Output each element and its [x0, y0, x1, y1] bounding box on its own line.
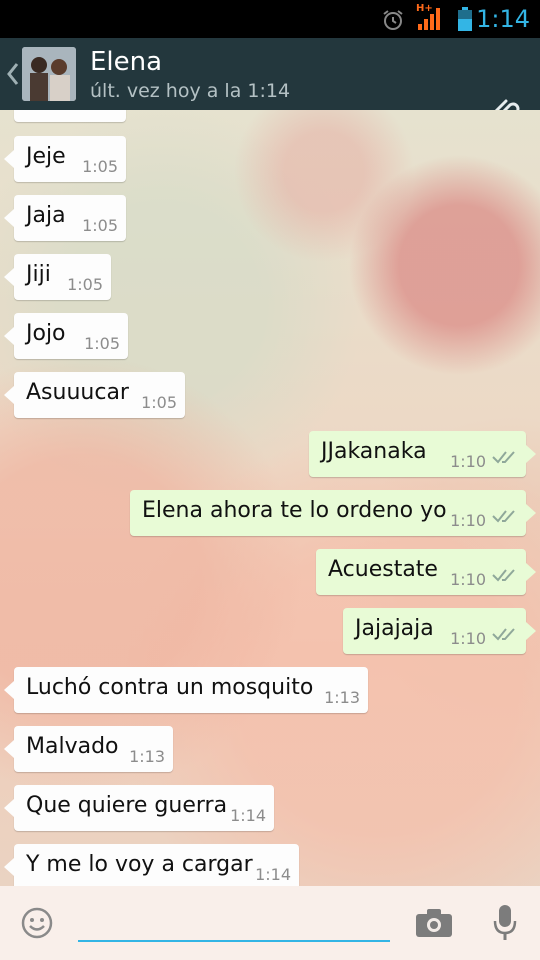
message-list[interactable]: Jeje 1:05 Jaja 1:05 Jiji 1:05 Jojo 1:05 …: [0, 110, 540, 886]
alarm-icon: [381, 8, 405, 36]
message-text: Jiji: [26, 262, 51, 287]
chat-header: Elena últ. vez hoy a la 1:14: [0, 38, 540, 134]
message-time: 1:10: [450, 511, 486, 530]
message-input[interactable]: [78, 900, 390, 942]
message-bubble[interactable]: Acuestate 1:10: [316, 549, 536, 595]
read-ticks-icon: [492, 449, 518, 468]
message-time: 1:13: [129, 747, 165, 766]
message-text: Elena ahora te lo ordeno yo: [142, 498, 447, 523]
message-text: Y me lo voy a cargar: [26, 852, 253, 877]
message-time: 1:13: [324, 688, 360, 707]
read-ticks-icon: [492, 508, 518, 527]
mic-icon[interactable]: [492, 904, 518, 946]
avatar[interactable]: [22, 47, 76, 101]
message-bubble[interactable]: Asuuucar 1:05: [4, 372, 185, 418]
message-bubble[interactable]: JJakanaka 1:10: [309, 431, 536, 477]
message-text: Jojo: [26, 321, 66, 346]
message-text: Jajajaja: [355, 616, 434, 641]
message-text: JJakanaka: [321, 439, 427, 464]
message-time: 1:10: [450, 570, 486, 589]
message-time: 1:05: [82, 157, 118, 176]
message-text: Jaja: [26, 203, 66, 228]
message-time: 1:10: [450, 629, 486, 648]
message-bubble[interactable]: Jeje 1:05: [4, 136, 126, 182]
message-bubble[interactable]: Jajajaja 1:10: [343, 608, 536, 654]
status-time: 1:14: [476, 5, 530, 33]
message-text: Jeje: [26, 144, 66, 169]
message-time: 1:10: [450, 452, 486, 471]
message-time: 1:05: [141, 393, 177, 412]
message-bubble[interactable]: Jojo 1:05: [4, 313, 128, 359]
status-bar: H+ 1:14: [0, 0, 540, 38]
compose-bar: [0, 886, 540, 960]
message-time: 1:14: [230, 806, 266, 825]
message-bubble[interactable]: Luchó contra un mosquito 1:13: [4, 667, 368, 713]
read-ticks-icon: [492, 626, 518, 645]
battery-icon: [458, 7, 472, 35]
read-ticks-icon: [492, 567, 518, 586]
back-icon[interactable]: [6, 62, 20, 90]
message-bubble[interactable]: Malvado 1:13: [4, 726, 173, 772]
message-text: Malvado: [26, 734, 119, 759]
last-seen-status: últ. vez hoy a la 1:14: [90, 80, 291, 102]
message-text: Acuestate: [328, 557, 438, 582]
signal-icon: [416, 6, 444, 36]
camera-icon[interactable]: [415, 908, 453, 942]
message-bubble[interactable]: Elena ahora te lo ordeno yo 1:10: [130, 490, 536, 536]
message-time: 1:05: [67, 275, 103, 294]
message-bubble[interactable]: Jiji 1:05: [4, 254, 111, 300]
message-text: Asuuucar: [26, 380, 129, 405]
message-bubble[interactable]: Y me lo voy a cargar 1:14: [4, 844, 299, 886]
message-bubble[interactable]: Jaja 1:05: [4, 195, 126, 241]
message-time: 1:14: [255, 865, 291, 884]
message-bubble-partial: [14, 110, 126, 122]
message-text: Luchó contra un mosquito: [26, 675, 314, 700]
emoji-icon[interactable]: [20, 906, 54, 944]
contact-name[interactable]: Elena: [90, 47, 162, 77]
message-bubble[interactable]: Que quiere guerra 1:14: [4, 785, 274, 831]
message-text: Que quiere guerra: [26, 793, 228, 818]
message-time: 1:05: [82, 216, 118, 235]
message-time: 1:05: [84, 334, 120, 353]
